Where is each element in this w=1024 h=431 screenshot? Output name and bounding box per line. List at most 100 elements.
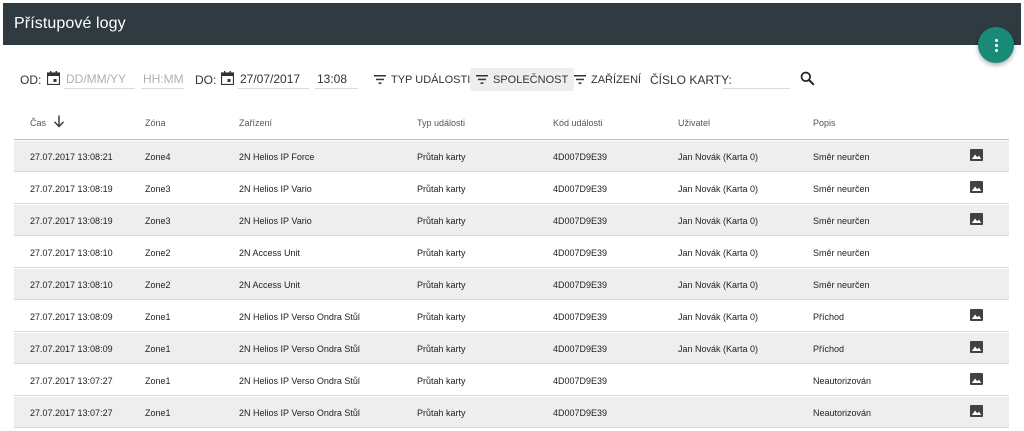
cell-zone: Zone2 (145, 248, 171, 258)
cell-user: Jan Novák (Karta 0) (678, 344, 759, 354)
cell-user: Jan Novák (Karta 0) (678, 152, 759, 162)
cell-event-code: 4D007D9E39 (553, 408, 608, 418)
cell-description: Neautorizován (813, 408, 872, 418)
cell-zone: Zone3 (145, 216, 171, 226)
column-header-event-code[interactable]: Kód události (553, 118, 603, 128)
cell-device: 2N Helios IP Force (239, 152, 315, 162)
calendar-icon[interactable] (47, 71, 60, 85)
filter-list-icon (574, 75, 586, 84)
image-icon[interactable] (970, 405, 983, 417)
cell-user: Jan Novák (Karta 0) (678, 184, 759, 194)
column-header-device[interactable]: Zařízení (239, 118, 272, 128)
company-filter-label: SPOLEČNOST (493, 73, 569, 86)
cell-description: Směr neurčen (813, 184, 870, 194)
cell-time: 27.07.2017 13:08:10 (30, 248, 113, 258)
column-header-event-type[interactable]: Typ události (417, 118, 465, 128)
cell-event-type: Průtah karty (417, 152, 466, 162)
cell-description: Směr neurčen (813, 152, 870, 162)
app-bar: Přístupové logy (3, 3, 1021, 45)
table-row[interactable]: 27.07.2017 13:08:09 Zone1 2N Helios IP Ver… (14, 333, 1009, 364)
cell-time: 27.07.2017 13:08:19 (30, 216, 113, 226)
table-row[interactable]: 27.07.2017 13:08:19 Zone3 2N Helios IP Var… (14, 173, 1009, 204)
cell-description: Směr neurčen (813, 248, 870, 258)
image-icon[interactable] (970, 149, 983, 161)
more-vert-icon (994, 38, 998, 42)
cell-event-code: 4D007D9E39 (553, 152, 608, 162)
cell-time: 27.07.2017 13:08:09 (30, 312, 113, 322)
cell-description: Směr neurčen (813, 280, 870, 290)
page-title: Přístupové logy (14, 15, 126, 32)
cell-time: 27.07.2017 13:08:21 (30, 152, 113, 162)
column-header-time[interactable]: Čas (30, 118, 46, 128)
cell-user: Jan Novák (Karta 0) (678, 248, 759, 258)
image-icon[interactable] (970, 341, 983, 353)
filter-list-icon (374, 75, 386, 84)
cell-zone: Zone3 (145, 184, 171, 194)
table-row[interactable]: 27.07.2017 13:08:10 Zone2 2N Access Unit Pr… (14, 269, 1009, 300)
cell-device: 2N Helios IP Vario (239, 184, 312, 194)
column-header-user[interactable]: Uživatel (678, 118, 710, 128)
image-icon[interactable] (970, 309, 983, 321)
cell-user: Jan Novák (Karta 0) (678, 312, 759, 322)
device-filter-label: ZAŘÍZENÍ (591, 73, 642, 86)
cell-event-type: Průtah karty (417, 216, 466, 226)
cell-zone: Zone1 (145, 408, 171, 418)
arrow-down-icon[interactable] (53, 115, 65, 128)
search-icon[interactable] (800, 71, 815, 86)
table-row[interactable]: 27.07.2017 13:07:27 Zone1 2N Helios IP Ver… (14, 397, 1009, 428)
cell-event-type: Průtah karty (417, 344, 466, 354)
cell-device: 2N Helios IP Verso Ondra Stůl (239, 344, 360, 354)
calendar-icon[interactable] (221, 71, 234, 85)
cell-event-code: 4D007D9E39 (553, 280, 608, 290)
table-header: Čas Zóna Zařízení Typ události Kód událo… (14, 106, 1009, 140)
cell-description: Příchod (813, 312, 845, 322)
cell-event-type: Průtah karty (417, 312, 466, 322)
device-filter-button[interactable]: ZAŘÍZENÍ (568, 68, 647, 91)
cell-time: 27.07.2017 13:07:27 (30, 376, 113, 386)
cell-device: 2N Helios IP Verso Ondra Stůl (239, 408, 360, 418)
cell-event-type: Průtah karty (417, 184, 466, 194)
cell-time: 27.07.2017 13:08:19 (30, 184, 113, 194)
cell-event-code: 4D007D9E39 (553, 376, 608, 386)
table-row[interactable]: 27.07.2017 13:08:09 Zone1 2N Helios IP Ver… (14, 301, 1009, 332)
column-header-zone[interactable]: Zóna (145, 118, 166, 128)
card-number-input[interactable] (723, 66, 790, 89)
table-row[interactable]: 27.07.2017 13:08:10 Zone2 2N Access Unit Pr… (14, 237, 1009, 268)
table-row[interactable]: 27.07.2017 13:08:19 Zone3 2N Helios IP Var… (14, 205, 1009, 236)
more-options-button[interactable] (978, 27, 1014, 63)
image-icon[interactable] (970, 181, 983, 193)
cell-user: Jan Novák (Karta 0) (678, 280, 759, 290)
to-time-input[interactable] (315, 66, 358, 89)
image-icon[interactable] (970, 373, 983, 385)
from-time-input[interactable] (141, 66, 184, 89)
event-type-filter-button[interactable]: TYP UDÁLOSTI (368, 68, 476, 91)
cell-device: 2N Helios IP Verso Ondra Stůl (239, 376, 360, 386)
company-filter-button[interactable]: SPOLEČNOST (470, 68, 575, 91)
cell-device: 2N Helios IP Verso Ondra Stůl (239, 312, 360, 322)
to-date-input[interactable] (238, 66, 309, 89)
cell-event-code: 4D007D9E39 (553, 248, 608, 258)
cell-event-type: Průtah karty (417, 376, 466, 386)
cell-time: 27.07.2017 13:08:10 (30, 280, 113, 290)
filter-bar: OD: DO: TYP UDÁLOSTI SPOLEČNOST ZAŘÍZENÍ (0, 62, 1024, 96)
cell-zone: Zone1 (145, 312, 171, 322)
table-row[interactable]: 27.07.2017 13:07:27 Zone1 2N Helios IP Ver… (14, 365, 1009, 396)
card-number-label: ČÍSLO KARTY: (650, 73, 732, 87)
cell-description: Příchod (813, 344, 845, 354)
table-row[interactable]: 27.07.2017 13:08:21 Zone4 2N Helios IP For… (14, 141, 1009, 172)
cell-zone: Zone1 (145, 344, 171, 354)
cell-device: 2N Access Unit (239, 280, 301, 290)
cell-event-type: Průtah karty (417, 248, 466, 258)
from-label: OD: (20, 73, 42, 87)
cell-time: 27.07.2017 13:07:27 (30, 408, 113, 418)
event-type-filter-label: TYP UDÁLOSTI (391, 73, 471, 86)
cell-device: 2N Access Unit (239, 248, 301, 258)
column-header-description[interactable]: Popis (813, 118, 836, 128)
cell-event-code: 4D007D9E39 (553, 184, 608, 194)
cell-zone: Zone2 (145, 280, 171, 290)
cell-event-code: 4D007D9E39 (553, 312, 608, 322)
image-icon[interactable] (970, 213, 983, 225)
cell-user: Jan Novák (Karta 0) (678, 216, 759, 226)
from-date-input[interactable] (64, 66, 135, 89)
cell-event-code: 4D007D9E39 (553, 216, 608, 226)
